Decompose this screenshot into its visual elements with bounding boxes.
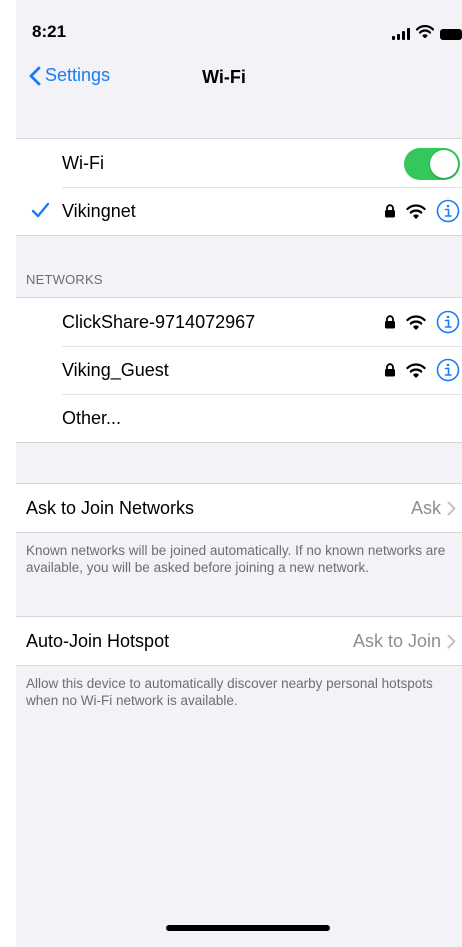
connected-network-row[interactable]: Vikingnet [16,187,462,235]
status-time: 8:21 [32,22,67,41]
network-icons [384,310,460,334]
auto-join-hotspot-group: Auto-Join Hotspot Ask to Join [16,616,462,666]
lock-icon [385,363,395,377]
home-indicator[interactable] [166,925,330,931]
lock-icon [385,315,395,329]
navigation-bar: Settings Wi-Fi [16,54,462,102]
network-name: Viking_Guest [62,359,169,380]
auto-join-hotspot-label: Auto-Join Hotspot [26,630,170,651]
wifi-icon [406,314,426,330]
wifi-icon [406,203,426,219]
status-bar: 8:21 [16,0,462,54]
battery-icon [440,28,462,40]
info-icon[interactable] [436,199,460,223]
connected-network-name: Vikingnet [62,200,136,221]
networks-section-header: NETWORKS [26,272,103,287]
chevron-right-icon [447,501,456,515]
wifi-toggle-label: Wi-Fi [62,152,104,173]
status-icons [392,25,462,43]
ask-to-join-value-wrap: Ask [411,498,456,519]
ask-to-join-footnote: Known networks will be joined automatica… [26,543,446,575]
lock-icon [385,204,395,218]
network-icons [384,199,460,223]
phone-screen: 8:21 Settings Wi-Fi Wi-Fi Vikingnet NETW… [16,0,462,947]
wifi-toggle-row: Wi-Fi [16,139,462,187]
ask-to-join-value: Ask [410,497,441,518]
info-icon[interactable] [436,358,460,382]
toggle-knob [430,150,458,178]
ask-to-join-row[interactable]: Ask to Join Networks Ask [16,484,462,532]
page-title: Wi-Fi [202,67,246,87]
wifi-status-icon [415,25,435,43]
network-row[interactable]: Viking_Guest [16,346,462,394]
auto-join-hotspot-value: Ask to Join [352,630,441,651]
other-network-label: Other... [62,407,122,428]
network-row[interactable]: ClickShare-9714072967 [16,298,462,346]
auto-join-hotspot-row[interactable]: Auto-Join Hotspot Ask to Join [16,617,462,665]
wifi-toggle-switch[interactable] [404,148,460,180]
wifi-group: Wi-Fi Vikingnet [16,138,462,236]
chevron-right-icon [447,634,456,648]
network-icons [384,358,460,382]
wifi-icon [406,362,426,378]
auto-join-hotspot-footnote: Allow this device to automatically disco… [26,676,433,708]
other-network-row[interactable]: Other... [16,394,462,442]
networks-group: ClickShare-9714072967 Viking_Guest Other… [16,297,462,443]
cellular-signal-icon [392,28,410,40]
ask-to-join-label: Ask to Join Networks [26,497,195,518]
ask-to-join-group: Ask to Join Networks Ask [16,483,462,533]
network-name: ClickShare-9714072967 [62,311,256,332]
auto-join-hotspot-value-wrap: Ask to Join [353,631,456,652]
checkmark-icon [31,202,50,218]
info-icon[interactable] [436,310,460,334]
